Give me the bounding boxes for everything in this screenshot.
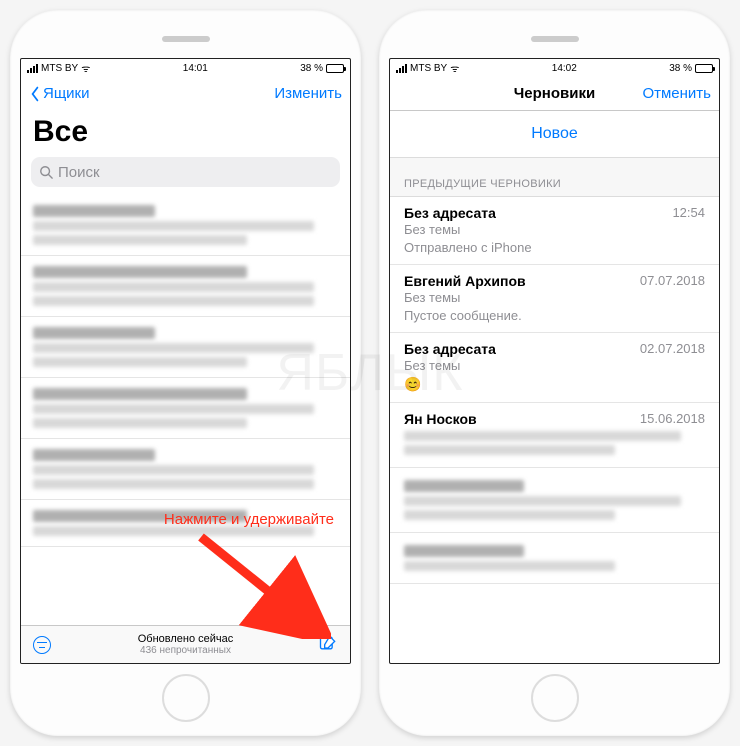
- carrier-label: MTS BY: [41, 63, 78, 74]
- list-item[interactable]: [21, 317, 350, 378]
- home-button[interactable]: [162, 674, 210, 722]
- search-icon: [39, 165, 53, 179]
- list-item[interactable]: [21, 500, 350, 547]
- page-title: Все: [21, 111, 350, 157]
- list-item[interactable]: [21, 195, 350, 256]
- updated-label: Обновлено сейчас: [21, 633, 350, 645]
- draft-date: 12:54: [672, 205, 705, 220]
- signal-icon: [27, 64, 38, 73]
- screen-right: MTS BY ᯤ 14:02 38 % Черновики Отменить Н…: [389, 58, 720, 664]
- cancel-button[interactable]: Отменить: [642, 85, 711, 102]
- battery-pct: 38 %: [669, 63, 692, 74]
- search-input[interactable]: Поиск: [31, 157, 340, 187]
- draft-preview: 😊: [404, 375, 705, 394]
- status-bar: MTS BY ᯤ 14:01 38 %: [21, 59, 350, 77]
- chevron-left-icon: [29, 86, 41, 102]
- home-button[interactable]: [531, 674, 579, 722]
- list-item[interactable]: [21, 439, 350, 500]
- search-placeholder: Поиск: [58, 164, 100, 181]
- back-label: Ящики: [43, 85, 90, 102]
- draft-date: 02.07.2018: [640, 341, 705, 356]
- signal-icon: [396, 64, 407, 73]
- mail-list[interactable]: [21, 195, 350, 625]
- draft-row[interactable]: Ян Носков 15.06.2018: [390, 403, 719, 468]
- phone-speaker: [389, 20, 720, 58]
- draft-row[interactable]: [390, 533, 719, 584]
- draft-subject: Без темы: [404, 357, 705, 375]
- draft-date: 15.06.2018: [640, 411, 705, 426]
- list-item[interactable]: [21, 378, 350, 439]
- toolbar: Обновлено сейчас 436 непрочитанных: [21, 625, 350, 663]
- status-time: 14:01: [183, 63, 208, 74]
- draft-preview: Отправлено с iPhone: [404, 239, 705, 257]
- status-bar: MTS BY ᯤ 14:02 38 %: [390, 59, 719, 77]
- unread-label: 436 непрочитанных: [21, 645, 350, 656]
- draft-date: 07.07.2018: [640, 273, 705, 288]
- carrier-label: MTS BY: [410, 63, 447, 74]
- drafts-list[interactable]: Без адресата 12:54 Без темы Отправлено с…: [390, 197, 719, 663]
- draft-title: Без адресата: [404, 205, 705, 221]
- draft-row[interactable]: Евгений Архипов 07.07.2018 Без темы Пуст…: [390, 265, 719, 333]
- draft-subject: Без темы: [404, 289, 705, 307]
- draft-row[interactable]: Без адресата 02.07.2018 Без темы 😊: [390, 333, 719, 402]
- battery-icon: [326, 64, 344, 73]
- status-time: 14:02: [552, 63, 577, 74]
- phone-right: MTS BY ᯤ 14:02 38 % Черновики Отменить Н…: [379, 10, 730, 736]
- draft-row[interactable]: [390, 468, 719, 533]
- phone-left: MTS BY ᯤ 14:01 38 % Ящики Изменить Все П…: [10, 10, 361, 736]
- draft-preview: Пустое сообщение.: [404, 307, 705, 325]
- phone-speaker: [20, 20, 351, 58]
- nav-bar: Ящики Изменить: [21, 77, 350, 111]
- list-item[interactable]: [21, 256, 350, 317]
- draft-row[interactable]: Без адресата 12:54 Без темы Отправлено с…: [390, 197, 719, 265]
- back-button[interactable]: Ящики: [29, 85, 90, 102]
- new-draft-button[interactable]: Новое: [390, 111, 719, 158]
- draft-subject: Без темы: [404, 221, 705, 239]
- battery-pct: 38 %: [300, 63, 323, 74]
- edit-button[interactable]: Изменить: [274, 85, 342, 102]
- toolbar-status: Обновлено сейчас 436 непрочитанных: [21, 633, 350, 656]
- section-header: ПРЕДЫДУЩИЕ ЧЕРНОВИКИ: [390, 158, 719, 197]
- battery-icon: [695, 64, 713, 73]
- wifi-icon: ᯤ: [450, 61, 459, 75]
- screen-left: MTS BY ᯤ 14:01 38 % Ящики Изменить Все П…: [20, 58, 351, 664]
- wifi-icon: ᯤ: [81, 61, 90, 75]
- nav-bar: Черновики Отменить: [390, 77, 719, 111]
